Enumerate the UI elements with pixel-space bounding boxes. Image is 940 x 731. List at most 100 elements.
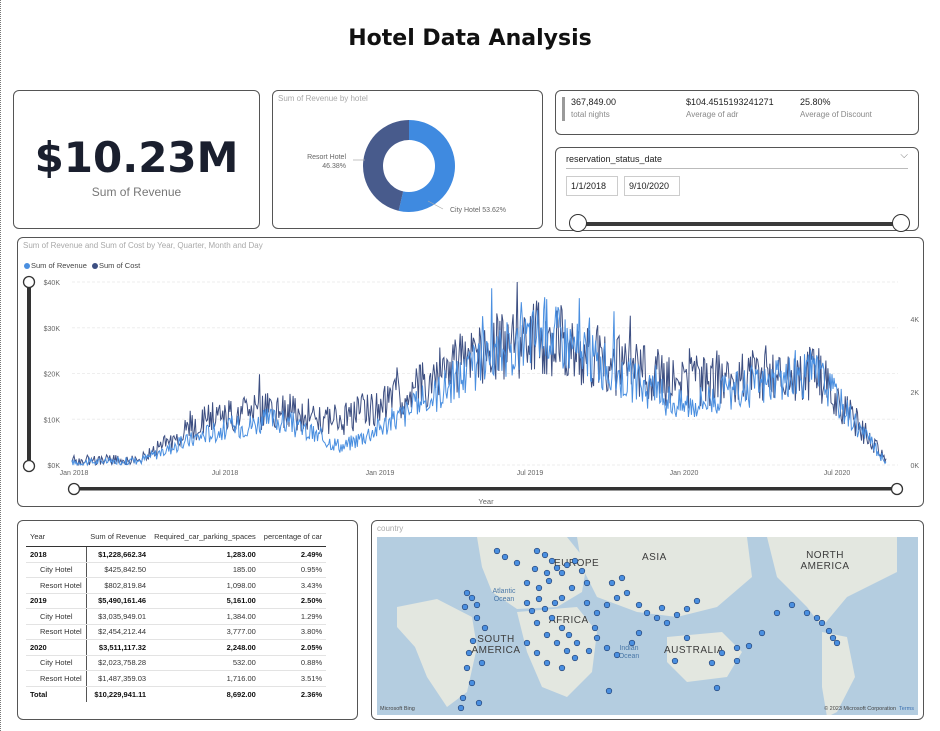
map-bubbles[interactable] bbox=[377, 537, 918, 715]
matrix-hotel-row[interactable]: City Hotel $425,842.50 185.00 0.95% bbox=[26, 562, 327, 578]
country-bubble bbox=[608, 579, 616, 587]
country-bubble bbox=[825, 627, 833, 635]
slider-start-handle[interactable] bbox=[569, 214, 587, 232]
metric-value: 367,849.00 bbox=[571, 97, 617, 107]
kpi-label: Sum of Revenue bbox=[91, 185, 182, 199]
date-slicer[interactable]: reservation_status_date ⌵ 1/1/2018 9/10/… bbox=[555, 147, 919, 232]
country-bubble bbox=[457, 704, 465, 712]
matrix-cell: $1,228,662.34 bbox=[86, 546, 151, 563]
country-bubble bbox=[481, 624, 489, 632]
matrix-cell: 2.36% bbox=[259, 685, 327, 702]
col-header-revenue[interactable]: Sum of Revenue bbox=[86, 529, 151, 547]
x-axis-label: Year bbox=[478, 497, 494, 506]
matrix-cell: 2.49% bbox=[259, 546, 327, 563]
slider-end-handle[interactable] bbox=[892, 214, 910, 232]
matrix-cell: $425,842.50 bbox=[86, 562, 151, 578]
country-bubble bbox=[553, 564, 561, 572]
matrix-hotel-row[interactable]: Resort Hotel $1,487,359.03 1,716.00 3.51% bbox=[26, 670, 327, 687]
multirow-accent-bar bbox=[562, 97, 565, 121]
x-tick-label: Jan 2018 bbox=[60, 470, 89, 477]
line-chart[interactable]: $40K $30K $20K $10K $0K 4K 2K 0K Jan 2018 Jul 2… bbox=[18, 238, 925, 508]
map-copyright: © 2023 Microsoft Corporation bbox=[824, 706, 896, 712]
donut-card[interactable]: Sum of Revenue by hotel Resort Hotel 46.… bbox=[272, 90, 543, 229]
matrix-cell: 1,098.00 bbox=[150, 577, 260, 594]
matrix-cell: 8,692.00 bbox=[150, 685, 260, 702]
country-bubble bbox=[553, 639, 561, 647]
matrix-hotel-row[interactable]: Resort Hotel $802,819.84 1,098.00 3.43% bbox=[26, 577, 327, 594]
country-bubble bbox=[548, 557, 556, 565]
matrix-cell: 3.80% bbox=[259, 624, 327, 640]
kpi-card[interactable]: $10.23M Sum of Revenue bbox=[13, 90, 260, 229]
matrix-cell: City Hotel bbox=[26, 608, 87, 625]
matrix-cell: Resort Hotel bbox=[26, 670, 87, 687]
country-bubble bbox=[603, 601, 611, 609]
country-bubble bbox=[593, 609, 601, 617]
slicer-title: reservation_status_date bbox=[566, 154, 663, 164]
bing-logo: Microsoft Bing bbox=[380, 706, 415, 712]
col-header-percentage[interactable]: percentage of car bbox=[259, 529, 327, 547]
country-bubble bbox=[533, 649, 541, 657]
country-bubble bbox=[563, 647, 571, 655]
country-bubble bbox=[578, 567, 586, 575]
end-date-input[interactable]: 9/10/2020 bbox=[624, 176, 680, 196]
y2-tick-label: 2K bbox=[910, 390, 919, 397]
line-chart-card[interactable]: Sum of Revenue and Sum of Cost by Year, … bbox=[17, 237, 924, 507]
country-bubble bbox=[463, 664, 471, 672]
country-bubble bbox=[475, 699, 483, 707]
col-header-year[interactable]: Year bbox=[26, 529, 87, 547]
country-bubble bbox=[673, 611, 681, 619]
y-tick-label: $10K bbox=[44, 417, 61, 424]
matrix-hotel-row[interactable]: City Hotel $2,023,758.28 532.00 0.88% bbox=[26, 655, 327, 671]
matrix-year-row[interactable]: 2019 $5,490,161.46 5,161.00 2.50% bbox=[26, 593, 327, 609]
country-bubble bbox=[758, 629, 766, 637]
country-bubble bbox=[745, 642, 753, 650]
matrix-card[interactable]: Year Sum of Revenue Required_car_parking… bbox=[17, 520, 358, 720]
country-bubble bbox=[533, 547, 541, 555]
matrix-hotel-row[interactable]: City Hotel $3,035,949.01 1,384.00 1.29% bbox=[26, 608, 327, 625]
matrix-cell: $802,819.84 bbox=[86, 577, 151, 594]
y-tick-label: $40K bbox=[44, 280, 61, 287]
y2-tick-label: 4K bbox=[910, 317, 919, 324]
country-bubble bbox=[541, 551, 549, 559]
matrix-cell: 0.88% bbox=[259, 655, 327, 671]
map-card[interactable]: country EUROPE ASIA NORTH AMERICA AFRICA… bbox=[371, 520, 924, 720]
country-bubble bbox=[653, 614, 661, 622]
matrix-cell: $2,454,212.44 bbox=[86, 624, 151, 640]
map-title: country bbox=[377, 524, 404, 533]
y-tick-label: $20K bbox=[44, 372, 61, 379]
date-range-track[interactable] bbox=[578, 222, 900, 226]
country-bubble bbox=[671, 657, 679, 665]
country-bubble bbox=[683, 634, 691, 642]
matrix-cell: 1.29% bbox=[259, 608, 327, 625]
start-date-input[interactable]: 1/1/2018 bbox=[566, 176, 618, 196]
y-zoom-top-handle bbox=[22, 275, 36, 289]
matrix-cell: 1,384.00 bbox=[150, 608, 260, 625]
chevron-down-icon[interactable]: ⌵ bbox=[900, 150, 908, 161]
country-bubble bbox=[543, 659, 551, 667]
page-title: Hotel Data Analysis bbox=[348, 26, 592, 51]
map-terms-link[interactable]: Terms bbox=[899, 706, 914, 712]
matrix-cell: 2020 bbox=[26, 639, 87, 656]
country-bubble bbox=[773, 609, 781, 617]
country-bubble bbox=[818, 619, 826, 627]
col-header-parking[interactable]: Required_car_parking_spaces bbox=[150, 529, 260, 547]
country-bubble bbox=[469, 637, 477, 645]
y-tick-label: $30K bbox=[44, 326, 61, 333]
matrix-header-row: Year Sum of Revenue Required_car_parking… bbox=[26, 529, 327, 547]
country-bubble bbox=[628, 639, 636, 647]
matrix-year-row[interactable]: 2018 $1,228,662.34 1,283.00 2.49% bbox=[26, 546, 327, 563]
matrix-cell: $3,035,949.01 bbox=[86, 608, 151, 625]
country-bubble bbox=[573, 639, 581, 647]
x-tick-label: Jan 2019 bbox=[366, 470, 395, 477]
matrix-hotel-row[interactable]: Resort Hotel $2,454,212.44 3,777.00 3.80% bbox=[26, 624, 327, 640]
donut-chart[interactable]: Resort Hotel 46.38% City Hotel 53.62% bbox=[273, 91, 544, 230]
donut-city-label: City Hotel 53.62% bbox=[450, 207, 506, 214]
matrix-total-row[interactable]: Total $10,229,941.11 8,692.00 2.36% bbox=[26, 685, 327, 702]
revenue-matrix[interactable]: Year Sum of Revenue Required_car_parking… bbox=[26, 529, 327, 702]
multirow-card[interactable]: 367,849.00 total nights $104.45151932412… bbox=[555, 90, 919, 135]
country-bubble bbox=[513, 559, 521, 567]
matrix-cell: 532.00 bbox=[150, 655, 260, 671]
matrix-year-row[interactable]: 2020 $3,511,117.32 2,248.00 2.05% bbox=[26, 639, 327, 656]
world-map[interactable]: EUROPE ASIA NORTH AMERICA AFRICA SOUTH A… bbox=[377, 537, 918, 715]
country-bubble bbox=[803, 609, 811, 617]
